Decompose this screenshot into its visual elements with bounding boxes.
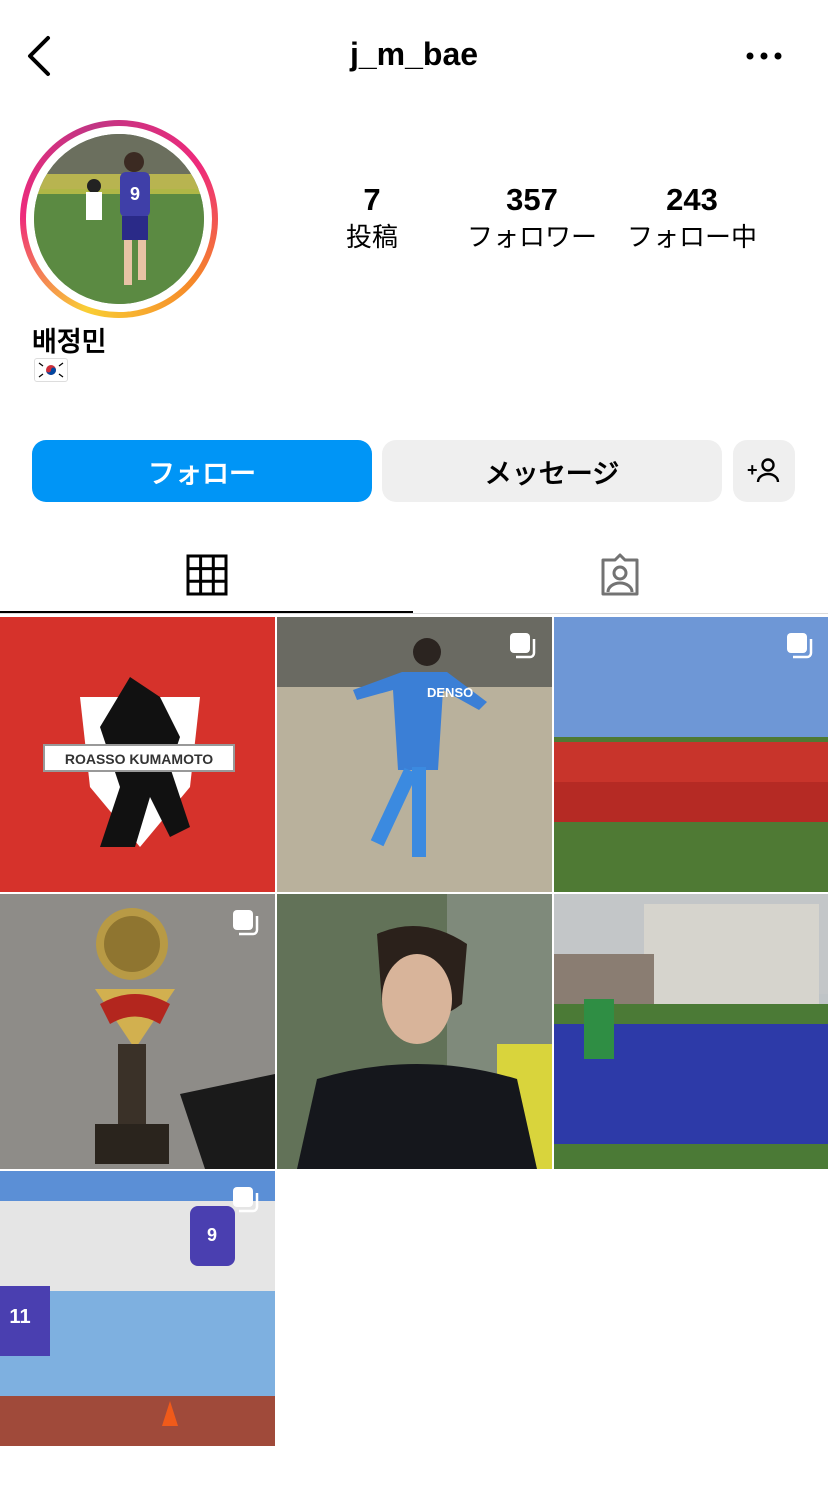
profile-username: j_m_bae [349,36,479,72]
suggest-people-button[interactable]: + [733,440,795,502]
follow-button[interactable]: フォロー [32,440,372,502]
followers-count: 357 [506,182,558,217]
tagged-person-icon [601,553,638,596]
multiple-images-icon [510,633,536,659]
post-thumbnail[interactable] [554,617,828,892]
add-person-icon: + [747,458,780,483]
post-logo-text: ROASSO KUMAMOTO [65,751,213,767]
svg-text:9: 9 [130,184,140,204]
multiple-images-icon [233,910,259,936]
stat-posts: 7 投稿 [292,180,452,254]
followers-label: フォロワー [466,222,597,252]
post-shirt-text: DENSO [427,685,473,700]
tab-tagged[interactable] [413,540,826,610]
svg-text:9: 9 [207,1225,217,1245]
post-thumbnail[interactable] [0,894,275,1169]
avatar-story-ring[interactable]: 9 [20,120,218,318]
post-thumbnail[interactable]: ROASSO KUMAMOTO [0,617,275,892]
more-options-icon[interactable] [744,44,784,68]
post-thumbnail[interactable] [277,894,552,1169]
display-name: 배정민 [32,327,107,357]
post-thumbnail[interactable] [554,894,828,1169]
message-button[interactable]: メッセージ [382,440,722,502]
tab-divider [0,613,828,614]
following-label: フォロー中 [626,222,757,252]
stat-followers[interactable]: 357 フォロワー [452,180,612,254]
posts-label: 投稿 [345,222,398,252]
grid-icon [186,554,227,596]
multiple-images-icon [233,1187,259,1213]
post-jersey-number: 11 [9,1306,30,1328]
stat-following[interactable]: 243 フォロー中 [612,180,772,254]
multiple-images-icon [787,633,813,659]
tab-posts-grid[interactable] [0,540,413,610]
following-count: 243 [666,182,718,217]
post-thumbnail[interactable]: DENSO [277,617,552,892]
korea-flag-icon: 🇰🇷 [34,358,68,382]
post-thumbnail[interactable]: 9 11 [0,1171,275,1446]
posts-count: 7 [363,182,381,217]
svg-text:+: + [747,460,758,480]
avatar: 9 [34,134,204,304]
